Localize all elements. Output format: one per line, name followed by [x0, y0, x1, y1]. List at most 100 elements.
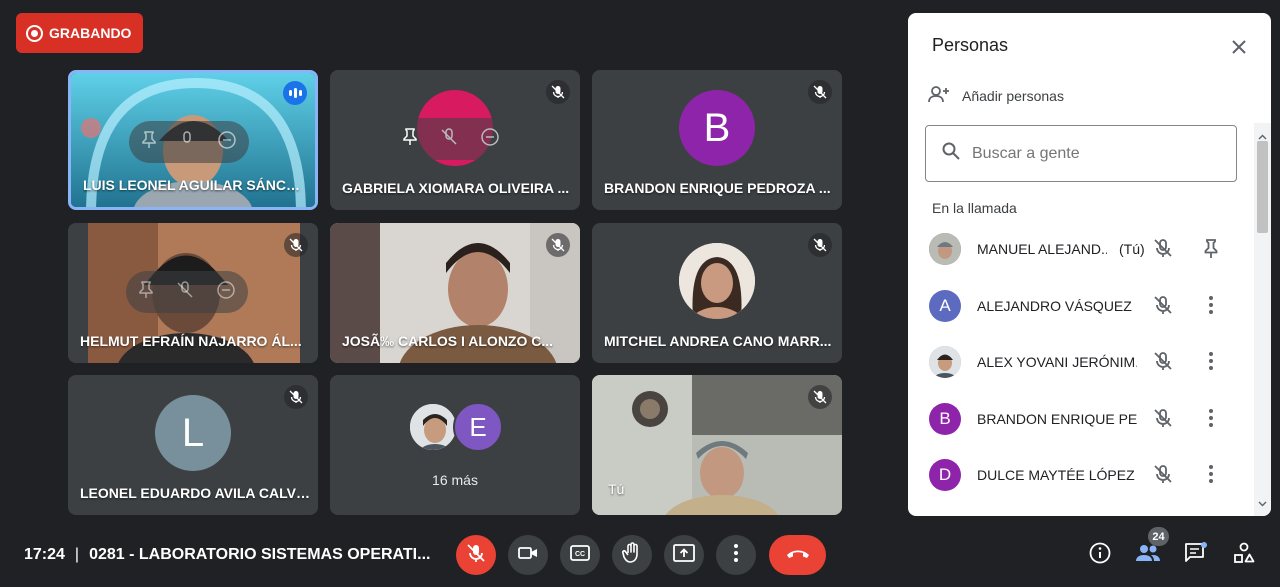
meet-window: GRABANDO LUIS LEONEL AGUILAR SÁNCH... GA… — [0, 0, 1280, 587]
raise-hand-button[interactable] — [612, 535, 652, 575]
add-people-button[interactable]: Añadir personas — [928, 85, 1064, 106]
participant-count-badge: 24 — [1148, 527, 1169, 546]
mic-off-icon — [808, 233, 832, 257]
close-icon[interactable] — [1225, 33, 1253, 61]
people-icon — [1135, 543, 1161, 568]
mute-participant-icon[interactable] — [179, 130, 195, 154]
participant-tile[interactable]: HELMUT EFRAÍN NAJARRO ÁL... — [68, 223, 318, 363]
mic-off-icon[interactable] — [1152, 463, 1174, 490]
activities-icon — [1233, 542, 1255, 569]
participant-name: GABRIELA XIOMARA OLIVEIRA ... — [342, 180, 570, 196]
pin-icon[interactable] — [402, 127, 418, 151]
camera-icon — [518, 545, 538, 566]
add-person-icon — [928, 85, 950, 106]
recording-label: GRABANDO — [49, 25, 132, 41]
record-icon — [26, 24, 43, 42]
remove-participant-icon[interactable] — [216, 280, 236, 305]
mic-off-icon[interactable] — [1152, 407, 1174, 434]
mic-off-icon — [808, 80, 832, 104]
present-button[interactable] — [664, 535, 704, 575]
participant-tile[interactable]: JOSÃ‰ CARLOS I ALONZO C... — [330, 223, 580, 363]
participant-avatar: B — [679, 90, 755, 166]
tile-hover-controls — [390, 118, 512, 160]
participant-tile[interactable]: GABRIELA XIOMARA OLIVEIRA ... — [330, 70, 580, 210]
scroll-down-icon[interactable] — [1258, 494, 1267, 512]
more-vert-icon[interactable] — [1200, 294, 1222, 321]
recording-badge: GRABANDO — [16, 13, 143, 53]
participant-name: ALEX YOVANI JERÓNIM... — [977, 354, 1137, 371]
remove-participant-icon[interactable] — [480, 127, 500, 152]
participant-name: BRANDON ENRIQUE PEDROZA ... — [604, 180, 831, 196]
mic-off-icon[interactable] — [1152, 237, 1174, 264]
meeting-details-button[interactable] — [1085, 540, 1115, 570]
self-label: (Tú) — [1119, 241, 1145, 258]
mic-off-icon — [808, 385, 832, 409]
more-vert-icon[interactable] — [1200, 350, 1222, 377]
participant-tile[interactable]: L LEONEL EDUARDO AVILA CALVI... — [68, 375, 318, 515]
mic-off-icon — [284, 385, 308, 409]
more-participants-tile[interactable]: E 16 más — [330, 375, 580, 515]
add-people-label: Añadir personas — [962, 87, 1064, 104]
chat-button[interactable] — [1181, 540, 1211, 570]
speaking-indicator-icon — [283, 81, 307, 105]
mic-off-icon — [546, 80, 570, 104]
tile-hover-controls — [129, 121, 249, 163]
participant-tile[interactable]: B BRANDON ENRIQUE PEDROZA ... — [592, 70, 842, 210]
more-options-button[interactable] — [716, 535, 756, 575]
panel-title: Personas — [932, 35, 1009, 55]
people-panel: Personas Añadir personas En la llamada — [908, 13, 1271, 516]
info-icon — [1089, 542, 1111, 569]
list-item[interactable]: B BRANDON ENRIQUE PE... — [908, 391, 1252, 448]
svg-text:CC: CC — [575, 551, 585, 558]
pin-icon[interactable] — [138, 280, 154, 304]
leave-call-button[interactable] — [769, 535, 826, 575]
mic-off-icon — [284, 233, 308, 257]
list-item[interactable]: D DULCE MAYTÉE LÓPEZ ... — [908, 447, 1252, 504]
present-screen-icon — [673, 543, 695, 567]
participant-avatar — [929, 346, 961, 379]
search-box[interactable] — [925, 125, 1237, 182]
scroll-thumb[interactable] — [1257, 141, 1268, 233]
participant-list: MANUEL ALEJAND... (Tú) A ALEJANDRO VÁSQU… — [908, 221, 1252, 504]
mic-off-icon — [466, 543, 486, 568]
participant-avatar — [679, 243, 755, 319]
scrollbar[interactable] — [1254, 123, 1271, 516]
mic-off-icon[interactable] — [1152, 350, 1174, 377]
mute-participant-icon[interactable] — [176, 280, 194, 304]
list-item[interactable]: MANUEL ALEJAND... (Tú) — [908, 221, 1252, 278]
participant-avatar: L — [155, 395, 231, 471]
meeting-info: 17:24 | 0281 - LABORATORIO SISTEMAS OPER… — [24, 546, 430, 564]
chat-icon — [1184, 541, 1208, 569]
more-participants-label: 16 más — [432, 472, 478, 488]
participant-avatar: A — [929, 289, 961, 322]
participant-avatar: B — [929, 402, 961, 435]
participant-name: JOSÃ‰ CARLOS I ALONZO C... — [342, 333, 554, 349]
more-vert-icon[interactable] — [1200, 407, 1222, 434]
more-vert-icon[interactable] — [1200, 463, 1222, 490]
participant-tile[interactable]: LUIS LEONEL AGUILAR SÁNCH... — [68, 70, 318, 210]
search-icon — [942, 142, 960, 165]
mic-off-icon[interactable] — [1152, 294, 1174, 321]
meeting-time: 17:24 — [24, 546, 65, 563]
pin-icon[interactable] — [1200, 237, 1222, 264]
participant-avatar: E — [453, 402, 503, 452]
list-item[interactable]: A ALEJANDRO VÁSQUEZ ... — [908, 278, 1252, 335]
participant-name: LEONEL EDUARDO AVILA CALVI... — [80, 485, 310, 501]
mute-participant-icon[interactable] — [440, 127, 458, 151]
in-call-section-label: En la llamada — [932, 200, 1017, 216]
pin-icon[interactable] — [141, 130, 157, 154]
tile-hover-controls — [126, 271, 248, 313]
camera-toggle-button[interactable] — [508, 535, 548, 575]
self-tile[interactable]: Tú — [592, 375, 842, 515]
search-input[interactable] — [972, 144, 1212, 163]
list-item[interactable]: ALEX YOVANI JERÓNIM... — [908, 334, 1252, 391]
captions-button[interactable]: CC — [560, 535, 600, 575]
participant-name: Tú — [608, 481, 625, 497]
mic-off-icon — [546, 233, 570, 257]
remove-participant-icon[interactable] — [217, 130, 237, 155]
activities-button[interactable] — [1229, 540, 1259, 570]
mic-toggle-button[interactable] — [456, 535, 496, 575]
hang-up-icon — [785, 546, 811, 564]
more-vert-icon — [733, 543, 739, 568]
participant-tile[interactable]: MITCHEL ANDREA CANO MARR... — [592, 223, 842, 363]
